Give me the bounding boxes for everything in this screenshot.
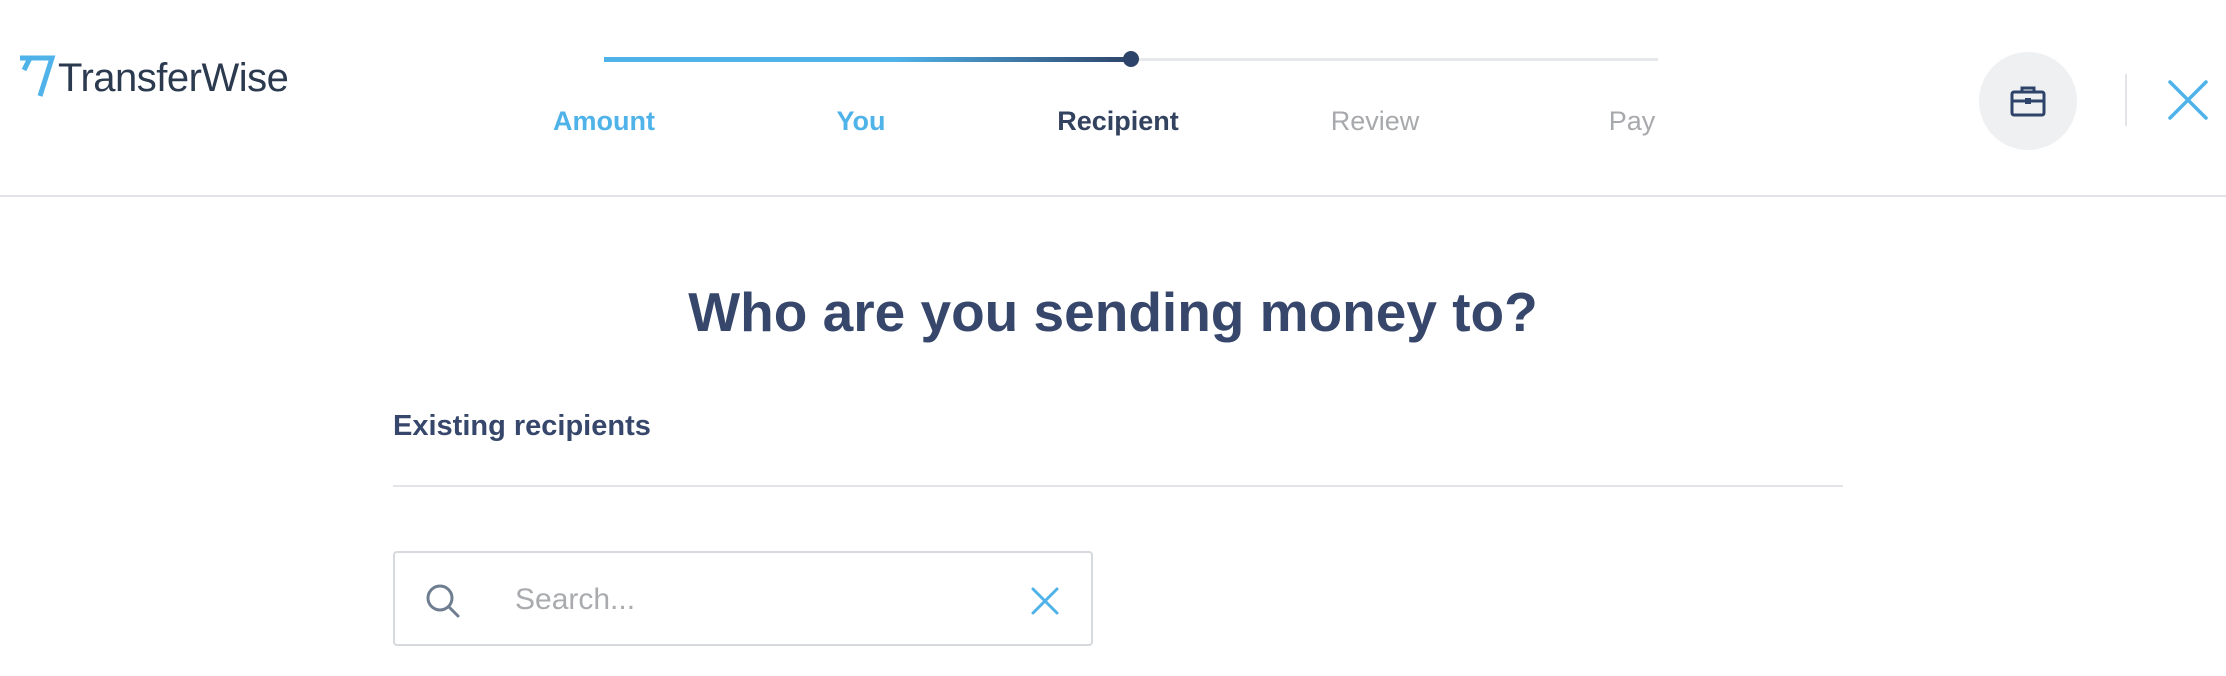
step-review: Review <box>1330 106 1420 136</box>
transferwise-flag-icon <box>20 55 56 97</box>
search-input[interactable] <box>513 575 987 625</box>
section-title: Existing recipients <box>393 410 651 442</box>
briefcase-icon <box>2010 86 2046 117</box>
transferwise-logo[interactable]: TransferWise <box>18 48 289 108</box>
step-pay: Pay <box>1608 106 1656 136</box>
header-divider <box>2125 74 2127 126</box>
progress-stepper: Amount You Recipient Review Pay <box>540 40 1670 150</box>
step-amount[interactable]: Amount <box>553 106 655 137</box>
brand-name: TransferWise <box>58 55 289 100</box>
top-bar: TransferWise Amount You Recipient Review… <box>0 0 2226 197</box>
recipient-search-box[interactable] <box>393 551 1093 646</box>
clear-search-icon[interactable] <box>1030 586 1060 616</box>
business-account-button[interactable] <box>1979 52 2077 150</box>
search-icon <box>426 584 460 618</box>
current-step-dot <box>1123 51 1139 67</box>
section-divider <box>393 485 1843 487</box>
close-icon[interactable] <box>2166 78 2210 122</box>
step-you[interactable]: You <box>837 106 886 137</box>
step-recipient: Recipient <box>1057 106 1179 136</box>
page-title: Who are you sending money to? <box>688 281 1538 343</box>
